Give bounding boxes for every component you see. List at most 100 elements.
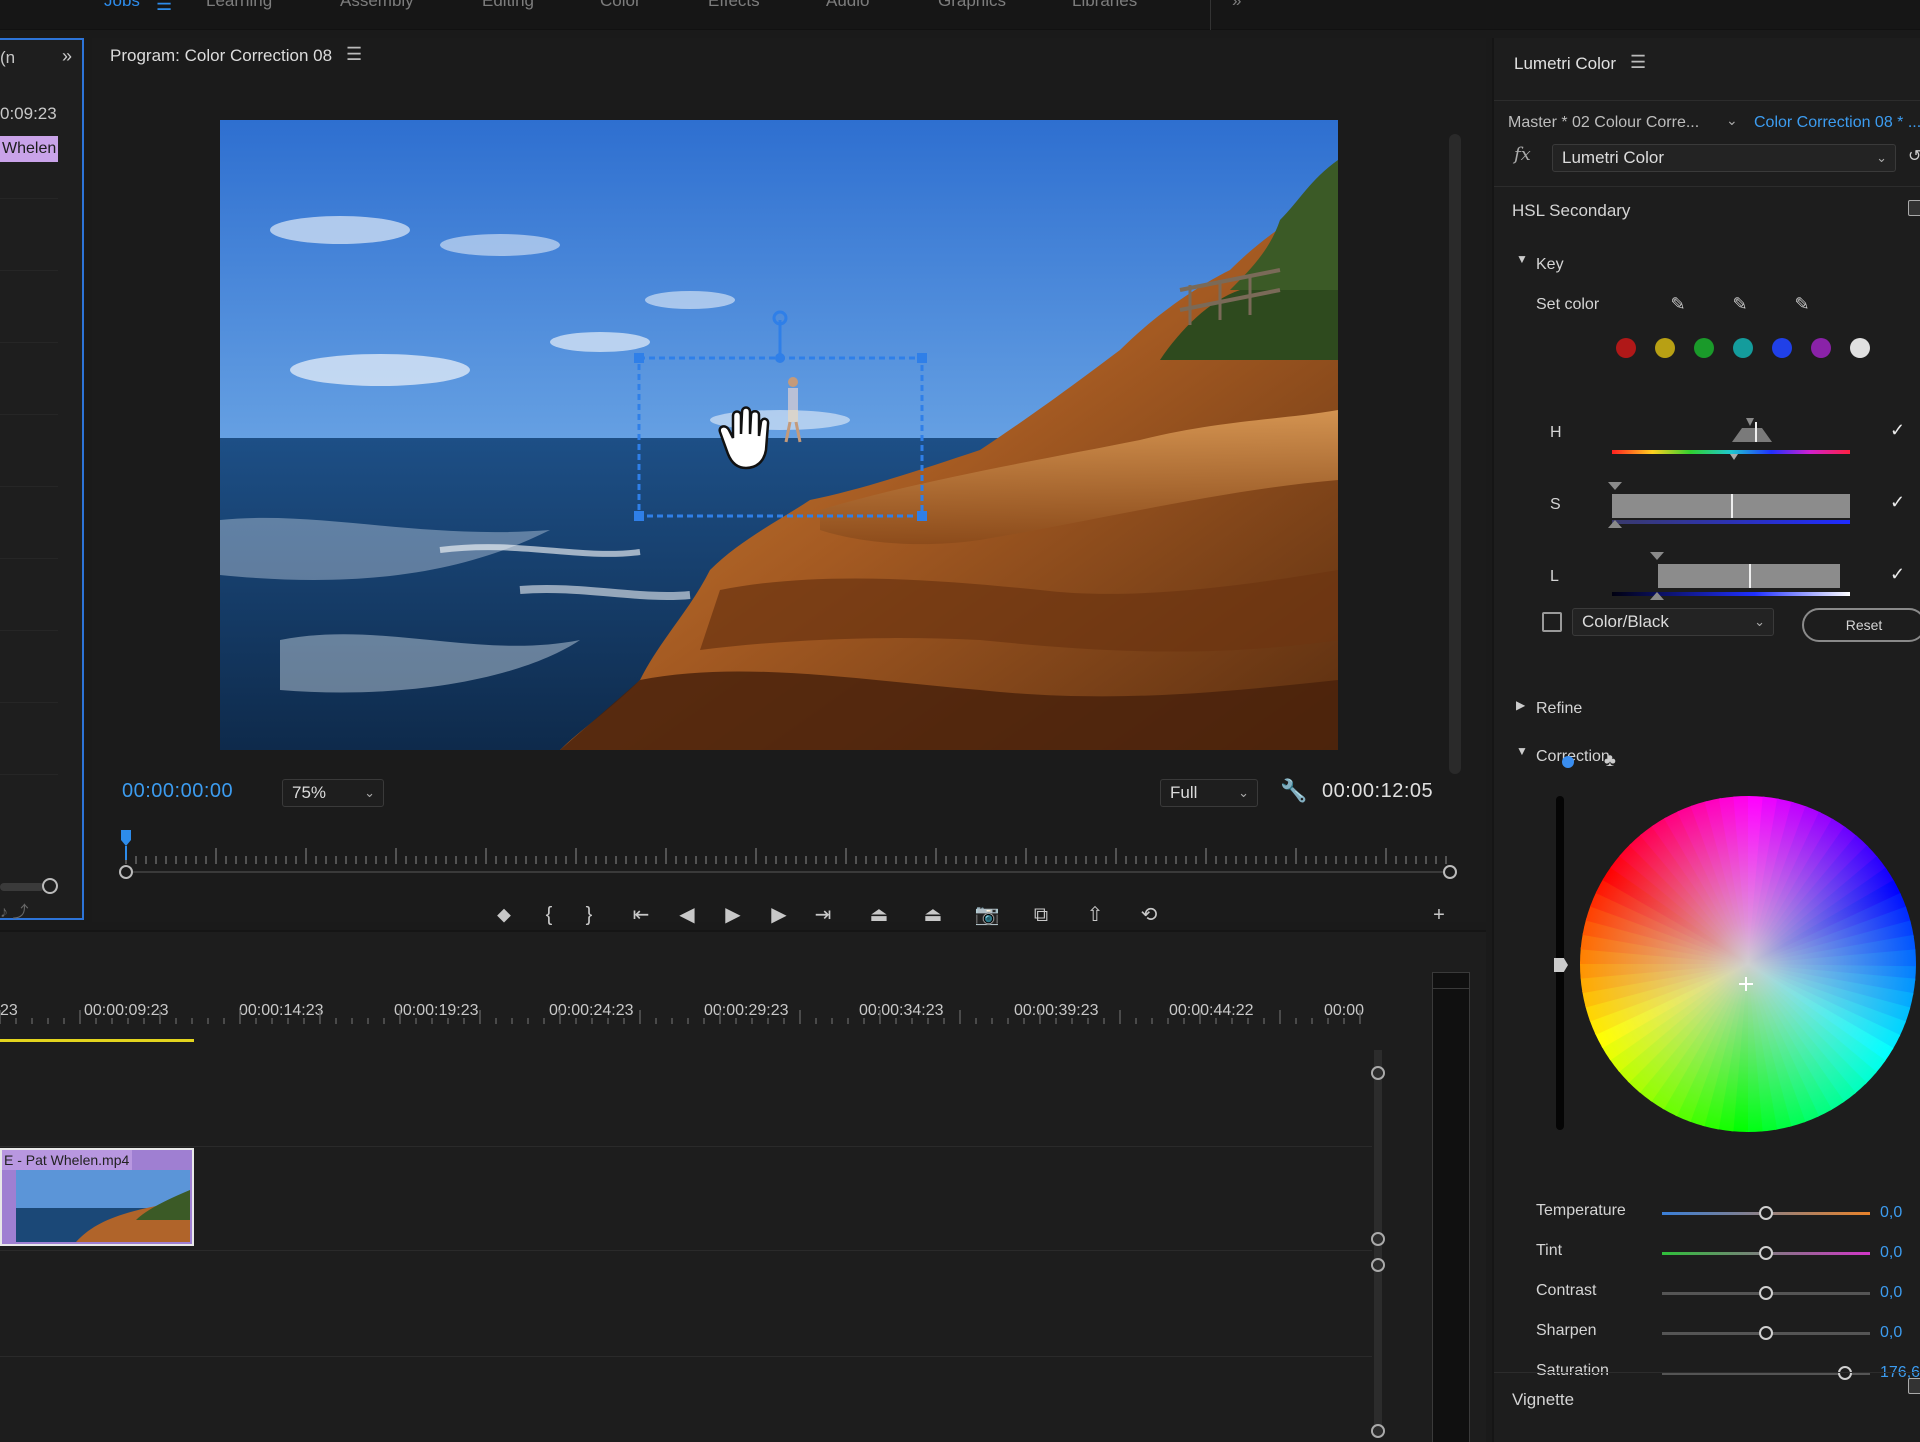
refine-section-header[interactable]: Refine (1536, 700, 1582, 718)
saturation-enable-checkbox[interactable]: ✓ (1890, 492, 1905, 513)
wheel-luma-handle[interactable] (1554, 958, 1568, 972)
chevron-down-icon[interactable]: ▼ (1516, 744, 1528, 758)
step-forward-button[interactable]: ▶ (762, 898, 796, 932)
wrench-icon[interactable]: 🔧 (1280, 778, 1307, 804)
workspace-more-button[interactable]: » (1232, 0, 1241, 11)
program-time-ruler[interactable] (116, 830, 1460, 880)
hsl-secondary-header[interactable]: HSL Secondary (1512, 201, 1630, 221)
mark-out-button[interactable]: } (572, 898, 606, 932)
color-wheel[interactable] (1578, 794, 1918, 1134)
single-wheel-mode-icon[interactable] (1562, 756, 1574, 768)
play-button[interactable]: ▶ (716, 898, 750, 932)
workspace-tab-learning[interactable]: Learning (206, 0, 272, 11)
param-value[interactable]: 0,0 (1880, 1324, 1902, 1342)
work-area-bar[interactable] (0, 1039, 194, 1042)
comparison-view-button[interactable]: ⧉ (1024, 898, 1058, 932)
three-way-wheel-mode-icon[interactable]: ♣ (1604, 750, 1616, 771)
mask-selection-box[interactable] (220, 120, 1338, 750)
panel-divider (1494, 186, 1920, 187)
mark-in-button[interactable]: { (532, 898, 566, 932)
extract-button[interactable]: ⏏ (916, 898, 950, 932)
timeline-clip[interactable]: E - Pat Whelen.mp4 (0, 1148, 194, 1246)
program-vertical-scrollbar[interactable] (1449, 134, 1461, 774)
track-zoom-handle[interactable] (1371, 1066, 1385, 1080)
lumetri-menu-icon[interactable]: ☰ (1630, 52, 1646, 73)
workspace-tab-assembly[interactable]: Assembly (340, 0, 414, 11)
workspace-tab-editing[interactable]: Editing (482, 0, 534, 11)
track-zoom-handle[interactable] (1371, 1258, 1385, 1272)
workspace-menu-icon[interactable]: ☰ (156, 0, 172, 15)
go-to-in-button[interactable]: ⇤ (624, 898, 658, 932)
param-label: Sharpen (1536, 1322, 1597, 1339)
step-back-button[interactable]: ◀ (670, 898, 704, 932)
hsl-range-sliders[interactable] (1604, 406, 1862, 606)
export-frame-button[interactable]: ⇧ (1078, 898, 1112, 932)
sequence-clip-tab[interactable]: Color Correction 08 * ... (1754, 114, 1920, 132)
chevron-down-icon: ⌄ (1754, 614, 1765, 629)
video-frame[interactable] (220, 120, 1338, 750)
add-marker-button[interactable]: ⬥ (487, 898, 521, 932)
swatch-red[interactable] (1616, 338, 1636, 358)
left-panel-tab-label[interactable]: (n (0, 48, 15, 68)
param-slider-knob[interactable] (1838, 1366, 1853, 1380)
param-value[interactable]: 0,0 (1880, 1204, 1902, 1222)
toggle-proxies-button[interactable]: ⟲ (1132, 898, 1166, 932)
workspace-tab-color[interactable]: Color (600, 0, 641, 11)
param-slider-knob[interactable] (1759, 1206, 1773, 1220)
show-mask-checkbox[interactable] (1542, 612, 1562, 632)
swatch-white[interactable] (1850, 338, 1870, 358)
zoom-slider-track[interactable] (0, 883, 44, 891)
eyedropper-add-icon[interactable]: ✎ (1728, 292, 1752, 316)
workspace-tab-libraries[interactable]: Libraries (1072, 0, 1137, 11)
reset-button[interactable]: Reset (1802, 608, 1920, 642)
master-clip-selector[interactable]: Master * 02 Colour Corre... (1508, 114, 1699, 132)
reset-effect-icon[interactable]: ↺ (1908, 146, 1920, 166)
chevron-right-icon[interactable]: ▶ (1516, 698, 1525, 712)
swatch-green[interactable] (1694, 338, 1714, 358)
add-button[interactable]: + (1422, 898, 1456, 932)
luminance-enable-checkbox[interactable]: ✓ (1890, 564, 1905, 585)
workspace-tab-graphics[interactable]: Graphics (938, 0, 1006, 11)
swatch-blue[interactable] (1772, 338, 1792, 358)
hsl-secondary-enable-checkbox[interactable] (1908, 200, 1920, 216)
workspace-tab-audio[interactable]: Audio (826, 0, 869, 11)
zoom-level-dropdown[interactable]: 75% ⌄ (282, 779, 384, 807)
mask-display-dropdown[interactable]: Color/Black ⌄ (1572, 608, 1774, 636)
go-to-out-button[interactable]: ⇥ (806, 898, 840, 932)
track-zoom-handle[interactable] (1371, 1232, 1385, 1246)
track-divider (0, 630, 58, 631)
chevron-down-icon[interactable]: ⌄ (1726, 112, 1738, 129)
chevron-down-icon[interactable]: ▼ (1516, 252, 1528, 266)
playback-resolution-dropdown[interactable]: Full ⌄ (1160, 779, 1258, 807)
track-zoom-handle[interactable] (1371, 1424, 1385, 1438)
camera-icon[interactable]: 📷 (970, 898, 1004, 932)
audio-meter-header (1433, 973, 1469, 989)
eyedropper-icon[interactable]: ✎ (1666, 292, 1690, 316)
workspace-tab-jobs[interactable]: Jobs (104, 0, 140, 11)
current-timecode[interactable]: 00:00:00:00 (122, 780, 233, 803)
vignette-enable-checkbox[interactable] (1908, 1378, 1920, 1394)
workspace-tab-effects[interactable]: Effects (708, 0, 760, 11)
param-value[interactable]: 0,0 (1880, 1284, 1902, 1302)
param-slider-knob[interactable] (1759, 1286, 1773, 1300)
swatch-magenta[interactable] (1811, 338, 1831, 358)
lumetri-panel-title[interactable]: Lumetri Color (1514, 54, 1616, 74)
eyedropper-remove-icon[interactable]: ✎ (1790, 292, 1814, 316)
param-value[interactable]: 0,0 (1880, 1244, 1902, 1262)
expand-panels-button[interactable]: » (62, 46, 72, 67)
timeline-ruler[interactable] (0, 992, 1380, 1032)
lift-button[interactable]: ⏏ (862, 898, 896, 932)
param-slider-knob[interactable] (1759, 1326, 1773, 1340)
swatch-yellow[interactable] (1655, 338, 1675, 358)
zoom-slider-knob[interactable] (42, 878, 58, 894)
effect-dropdown[interactable]: Lumetri Color ⌄ (1552, 144, 1896, 172)
music-icon[interactable]: ♪ ⤴ (0, 898, 28, 922)
program-menu-icon[interactable]: ☰ (346, 44, 362, 65)
hue-enable-checkbox[interactable]: ✓ (1890, 420, 1905, 441)
key-section-header[interactable]: Key (1536, 256, 1564, 274)
swatch-cyan[interactable] (1733, 338, 1753, 358)
program-monitor-title[interactable]: Program: Color Correction 08 (110, 46, 332, 66)
param-slider-knob[interactable] (1759, 1246, 1773, 1260)
vignette-section-header[interactable]: Vignette (1512, 1390, 1574, 1410)
left-panel-clip[interactable]: Whelen (0, 136, 58, 162)
